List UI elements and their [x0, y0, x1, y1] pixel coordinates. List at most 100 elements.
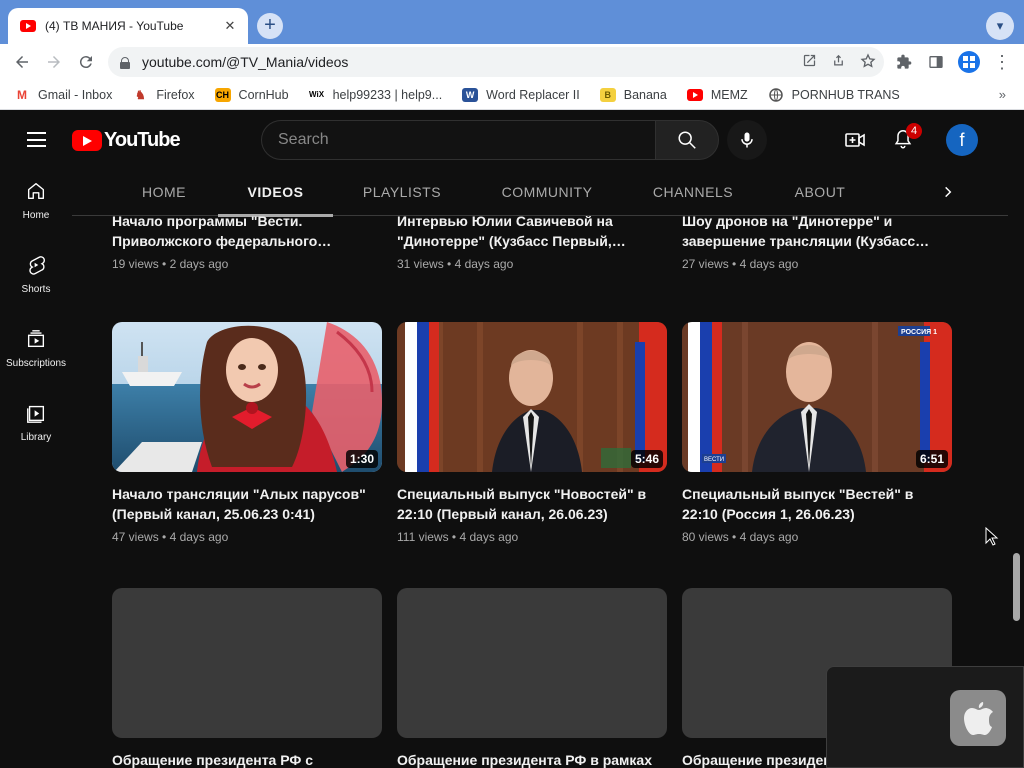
- video-thumbnail-placeholder[interactable]: [112, 588, 382, 738]
- address-bar[interactable]: youtube.com/@TV_Mania/videos: [108, 47, 884, 77]
- bookmark-item[interactable]: B Banana: [599, 87, 667, 102]
- video-meta: 47 views • 4 days ago: [112, 530, 229, 544]
- page-scrollbar-thumb[interactable]: [1013, 553, 1020, 621]
- bookmarks-overflow-icon[interactable]: »: [999, 87, 1006, 102]
- video-title[interactable]: Начало программы "Вести. Приволжского фе…: [112, 216, 382, 251]
- tab-channels[interactable]: CHANNELS: [648, 169, 738, 216]
- extensions-puzzle-icon[interactable]: [894, 52, 914, 72]
- video-plus-icon: [845, 133, 865, 147]
- account-avatar[interactable]: f: [946, 124, 978, 156]
- sidebar-label: Shorts: [21, 283, 51, 295]
- sidebar-item-home[interactable]: Home: [0, 169, 72, 231]
- youtube-masthead: YouTube 4 f: [0, 111, 1024, 169]
- reload-button[interactable]: [70, 46, 102, 78]
- search-button[interactable]: [655, 120, 719, 160]
- apple-logo-button[interactable]: [950, 690, 1006, 746]
- youtube-logo-text: YouTube: [104, 129, 181, 151]
- video-title[interactable]: Специальный выпуск "Вестей" в 22:10 (Рос…: [682, 484, 952, 524]
- forward-button[interactable]: [38, 46, 70, 78]
- tab-videos[interactable]: VIDEOS: [218, 169, 333, 217]
- video-card[interactable]: 1:30 Начало трансляции "Алых парусов" (П…: [112, 322, 382, 544]
- video-thumbnail-placeholder[interactable]: [397, 588, 667, 738]
- video-card[interactable]: Обращение президента РФ с: [112, 588, 382, 768]
- video-card[interactable]: Начало программы "Вести. Приволжского фе…: [112, 216, 382, 271]
- bookmarks-bar: M Gmail - Inbox ♞ Firefox CH CornHub WiX…: [0, 80, 1024, 110]
- video-title[interactable]: Обращение президента РФ в рамках: [397, 750, 667, 768]
- create-video-button[interactable]: [843, 128, 867, 152]
- search-icon: [678, 131, 696, 149]
- sidebar-item-shorts[interactable]: Shorts: [0, 243, 72, 305]
- view-count: 31 views: [397, 257, 444, 271]
- youtube-favicon-icon: [20, 20, 36, 32]
- upload-age: 4 days ago: [739, 257, 799, 271]
- bookmark-item[interactable]: PORNHUB TRANS: [768, 88, 900, 102]
- video-thumbnail[interactable]: 5:46: [397, 322, 667, 472]
- notifications-button[interactable]: 4: [892, 123, 922, 152]
- video-title[interactable]: Специальный выпуск "Новостей" в 22:10 (П…: [397, 484, 667, 524]
- globe-icon: [768, 87, 784, 102]
- sidebar-item-library[interactable]: Library: [0, 391, 72, 453]
- profile-icon[interactable]: [958, 51, 980, 73]
- video-title[interactable]: Шоу дронов на "Динотерре" и завершение т…: [682, 216, 952, 251]
- gmail-icon: M: [17, 87, 27, 102]
- share-icon[interactable]: [831, 53, 846, 71]
- bookmark-item[interactable]: CH CornHub: [214, 87, 289, 102]
- chevron-right-icon: [945, 186, 952, 198]
- video-thumbnail[interactable]: 1:30: [112, 322, 382, 472]
- video-title[interactable]: Начало трансляции "Алых парусов" (Первый…: [112, 484, 382, 524]
- upload-age: 2 days ago: [169, 257, 229, 271]
- bookmark-item[interactable]: WiX help99233 | help9...: [309, 87, 443, 102]
- mini-guide-sidebar: Home Shorts Subscriptions Library: [0, 169, 72, 768]
- open-in-app-icon[interactable]: [802, 53, 817, 71]
- bookmark-star-icon[interactable]: [860, 52, 876, 72]
- sidebar-label: Library: [20, 431, 52, 443]
- url-text[interactable]: youtube.com/@TV_Mania/videos: [142, 54, 348, 70]
- bookmark-item[interactable]: M Gmail - Inbox: [14, 88, 112, 102]
- bookmark-label: PORNHUB TRANS: [791, 87, 900, 102]
- tab-search-chevron-icon[interactable]: ▾: [986, 12, 1014, 40]
- bookmark-label: help99233 | help9...: [332, 87, 443, 102]
- tab-about[interactable]: ABOUT: [788, 169, 852, 216]
- search-field[interactable]: [261, 120, 655, 160]
- bookmark-item[interactable]: ♞ Firefox: [132, 87, 195, 102]
- new-tab-button[interactable]: +: [257, 13, 283, 39]
- close-tab-icon[interactable]: ✕: [222, 18, 238, 34]
- guide-menu-icon[interactable]: [27, 132, 46, 147]
- upload-age: 4 days ago: [454, 257, 514, 271]
- video-title[interactable]: Интервью Юлии Савичевой на "Динотерре" (…: [397, 216, 667, 251]
- youtube-logo[interactable]: YouTube: [72, 129, 181, 152]
- search-input[interactable]: [278, 131, 655, 149]
- sidebar-item-subscriptions[interactable]: Subscriptions: [0, 317, 72, 379]
- youtube-icon: [686, 88, 703, 101]
- lock-icon[interactable]: [120, 56, 130, 69]
- bookmark-label: Banana: [623, 87, 667, 102]
- tabs-scroll-right-button[interactable]: [928, 169, 968, 215]
- tab-home[interactable]: HOME: [128, 169, 200, 216]
- back-button[interactable]: [6, 46, 38, 78]
- firefox-icon: ♞: [134, 87, 146, 102]
- microphone-icon: [741, 132, 753, 148]
- tab-playlists[interactable]: PLAYLISTS: [354, 169, 450, 216]
- video-duration: 1:30: [345, 450, 378, 468]
- video-card[interactable]: РОССИЯ 1 ВЕСТИ 6:51 Специальный выпуск "…: [682, 322, 952, 544]
- apple-icon: [964, 702, 993, 735]
- video-meta: 31 views • 4 days ago: [397, 257, 514, 271]
- video-meta: 111 views • 4 days ago: [397, 530, 519, 544]
- wix-icon: WiX: [309, 90, 325, 99]
- side-panel-icon[interactable]: [926, 52, 946, 72]
- browser-tab[interactable]: (4) ТВ МАНИЯ - YouTube ✕: [8, 8, 248, 44]
- channel-tabs: HOME VIDEOS PLAYLISTS COMMUNITY CHANNELS…: [72, 169, 1008, 217]
- video-thumbnail[interactable]: РОССИЯ 1 ВЕСТИ 6:51: [682, 322, 952, 472]
- video-card[interactable]: Шоу дронов на "Динотерре" и завершение т…: [682, 216, 952, 271]
- browser-menu-icon[interactable]: ⋮: [992, 52, 1012, 72]
- video-card[interactable]: Обращение президента РФ в рамках: [397, 588, 667, 768]
- video-title[interactable]: Обращение президента РФ с: [112, 750, 382, 768]
- watermark-text: ВЕСТИ: [704, 457, 724, 463]
- bookmark-item[interactable]: MEMZ: [686, 88, 748, 102]
- bookmark-item[interactable]: W Word Replacer II: [462, 87, 580, 102]
- video-card[interactable]: Интервью Юлии Савичевой на "Динотерре" (…: [397, 216, 667, 271]
- bookmark-label: CornHub: [238, 87, 289, 102]
- voice-search-button[interactable]: [727, 120, 767, 160]
- tab-community[interactable]: COMMUNITY: [494, 169, 600, 216]
- video-card[interactable]: 5:46 Специальный выпуск "Новостей" в 22:…: [397, 322, 667, 544]
